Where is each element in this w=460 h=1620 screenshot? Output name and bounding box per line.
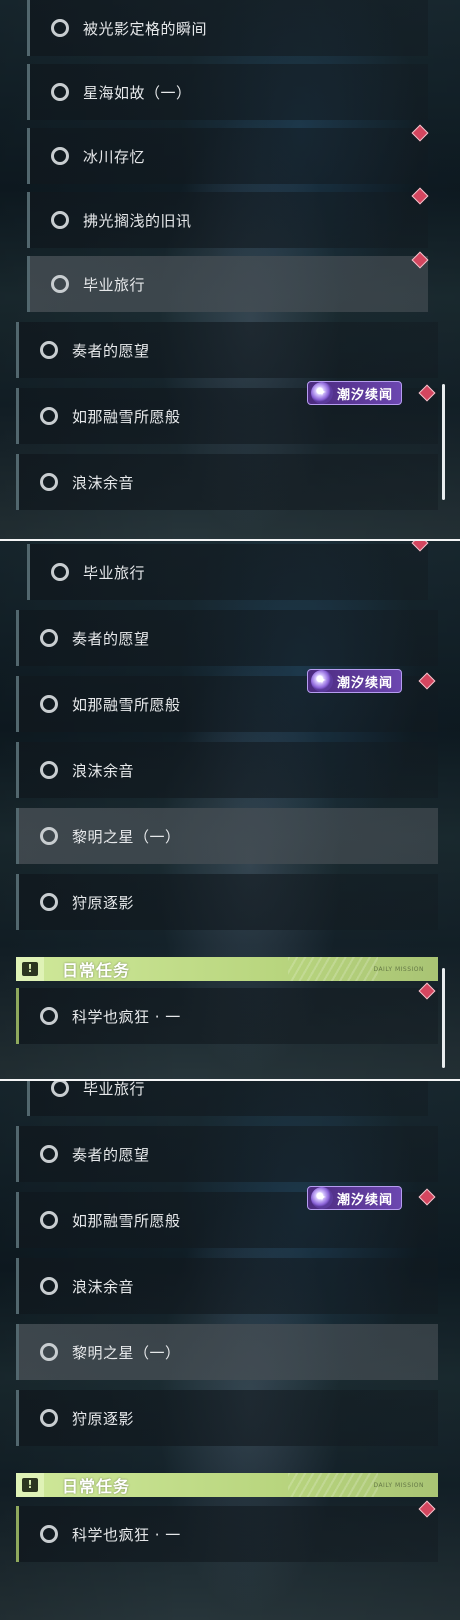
star-sparkle-icon: ✦ xyxy=(311,670,333,692)
quest-status-ring-icon xyxy=(51,147,69,165)
quest-status-ring-icon xyxy=(51,211,69,229)
quest-item-label: 黎明之星（一） xyxy=(72,1343,181,1362)
quest-item-label: 狩原逐影 xyxy=(72,893,135,912)
quest-list-panel-3: 毕业旅行 奏者的愿望 如那融雪所愿般 浪沫余音 黎明之星（一） 狩原逐影 ! 日… xyxy=(0,1080,460,1620)
quest-item-label: 如那融雪所愿般 xyxy=(72,695,181,714)
quest-status-ring-icon xyxy=(40,893,58,911)
quest-item-label: 毕业旅行 xyxy=(83,1080,146,1098)
quest-item-label: 奏者的愿望 xyxy=(72,341,150,360)
quest-status-ring-icon xyxy=(40,695,58,713)
quest-status-ring-icon xyxy=(40,1277,58,1295)
quest-item[interactable]: 冰川存忆 xyxy=(27,128,428,184)
quest-item-label: 科学也疯狂 · 一 xyxy=(72,1007,181,1026)
quest-item[interactable]: 拂光搁浅的旧讯 xyxy=(27,192,428,248)
quest-item[interactable]: 黎明之星（一） xyxy=(16,1324,438,1380)
quest-item-label: 如那融雪所愿般 xyxy=(72,1211,181,1230)
quest-item-label: 如那融雪所愿般 xyxy=(72,407,181,426)
quest-status-ring-icon xyxy=(40,1211,58,1229)
quest-item-label: 浪沫余音 xyxy=(72,1277,135,1296)
quest-item[interactable]: 浪沫余音 xyxy=(16,742,438,798)
quest-item[interactable]: 狩原逐影 xyxy=(16,1390,438,1446)
quest-item[interactable]: 狩原逐影 xyxy=(16,874,438,930)
warning-icon: ! xyxy=(16,1473,44,1497)
quest-status-ring-icon xyxy=(40,473,58,491)
star-sparkle-icon: ✦ xyxy=(311,382,333,404)
warning-icon: ! xyxy=(16,957,44,981)
quest-item[interactable]: 星海如故（一） xyxy=(27,64,428,120)
quest-status-ring-icon xyxy=(51,1080,69,1097)
quest-status-ring-icon xyxy=(40,1525,58,1543)
daily-missions-header: ! 日常任务 DAILY MISSION xyxy=(16,957,438,981)
quest-item-label: 浪沫余音 xyxy=(72,761,135,780)
tide-sequel-badge: ✦ 潮汐续闻 xyxy=(307,669,402,693)
quest-item[interactable]: 黎明之星（一） xyxy=(16,808,438,864)
star-sparkle-icon: ✦ xyxy=(311,1187,333,1209)
quest-status-ring-icon xyxy=(51,275,69,293)
quest-status-ring-icon xyxy=(40,1007,58,1025)
quest-item[interactable]: 被光影定格的瞬间 xyxy=(27,0,428,56)
daily-missions-title: 日常任务 xyxy=(62,961,131,980)
quest-list-panel-1: 被光影定格的瞬间 星海如故（一） 冰川存忆 拂光搁浅的旧讯 毕业旅行 奏者的愿望… xyxy=(0,0,460,540)
quest-item-label: 黎明之星（一） xyxy=(72,827,181,846)
tide-sequel-badge: ✦ 潮汐续闻 xyxy=(307,1186,402,1210)
quest-item[interactable]: 奏者的愿望 xyxy=(16,610,438,666)
quest-status-ring-icon xyxy=(40,1145,58,1163)
tide-sequel-badge: ✦ 潮汐续闻 xyxy=(307,381,402,405)
quest-status-ring-icon xyxy=(40,1343,58,1361)
quest-list-panel-2: 毕业旅行 奏者的愿望 如那融雪所愿般 浪沫余音 黎明之星（一） 狩原逐影 ! 日… xyxy=(0,540,460,1080)
quest-status-ring-icon xyxy=(40,341,58,359)
daily-missions-header: ! 日常任务 DAILY MISSION xyxy=(16,1473,438,1497)
quest-item-label: 毕业旅行 xyxy=(83,275,146,294)
quest-item[interactable]: 毕业旅行 xyxy=(27,1080,428,1116)
daily-missions-subtitle: DAILY MISSION xyxy=(373,1481,424,1489)
quest-item[interactable]: 奏者的愿望 xyxy=(16,322,438,378)
panel-divider xyxy=(0,1079,460,1081)
quest-status-ring-icon xyxy=(51,563,69,581)
header-hatch-decoration xyxy=(288,1473,378,1497)
quest-item[interactable]: 浪沫余音 xyxy=(16,1258,438,1314)
quest-item-label: 奏者的愿望 xyxy=(72,1145,150,1164)
quest-item[interactable]: 毕业旅行 xyxy=(27,256,428,312)
tide-sequel-badge-label: 潮汐续闻 xyxy=(337,675,394,691)
daily-missions-subtitle: DAILY MISSION xyxy=(373,965,424,973)
quest-item[interactable]: 科学也疯狂 · 一 xyxy=(16,1506,438,1562)
panel-divider xyxy=(0,539,460,541)
tide-sequel-badge-label: 潮汐续闻 xyxy=(337,387,394,403)
tide-sequel-badge-label: 潮汐续闻 xyxy=(337,1192,394,1208)
quest-item-label: 科学也疯狂 · 一 xyxy=(72,1525,181,1544)
quest-item-label: 浪沫余音 xyxy=(72,473,135,492)
header-hatch-decoration xyxy=(288,957,378,981)
quest-item-label: 拂光搁浅的旧讯 xyxy=(83,211,192,230)
quest-status-ring-icon xyxy=(40,629,58,647)
quest-status-ring-icon xyxy=(51,19,69,37)
quest-status-ring-icon xyxy=(40,761,58,779)
quest-item[interactable]: 浪沫余音 xyxy=(16,454,438,510)
quest-item[interactable]: 毕业旅行 xyxy=(27,544,428,600)
quest-item-label: 奏者的愿望 xyxy=(72,629,150,648)
quest-item-label: 毕业旅行 xyxy=(83,563,146,582)
scrollbar-thumb[interactable] xyxy=(442,968,445,1068)
quest-item-label: 冰川存忆 xyxy=(83,147,146,166)
quest-status-ring-icon xyxy=(40,827,58,845)
quest-status-ring-icon xyxy=(40,1409,58,1427)
quest-item-label: 狩原逐影 xyxy=(72,1409,135,1428)
quest-item[interactable]: 奏者的愿望 xyxy=(16,1126,438,1182)
quest-status-ring-icon xyxy=(51,83,69,101)
daily-missions-title: 日常任务 xyxy=(62,1477,131,1496)
quest-item-label: 被光影定格的瞬间 xyxy=(83,19,208,38)
quest-status-ring-icon xyxy=(40,407,58,425)
quest-item[interactable]: 科学也疯狂 · 一 xyxy=(16,988,438,1044)
scrollbar-thumb[interactable] xyxy=(442,384,445,500)
quest-item-label: 星海如故（一） xyxy=(83,83,192,102)
